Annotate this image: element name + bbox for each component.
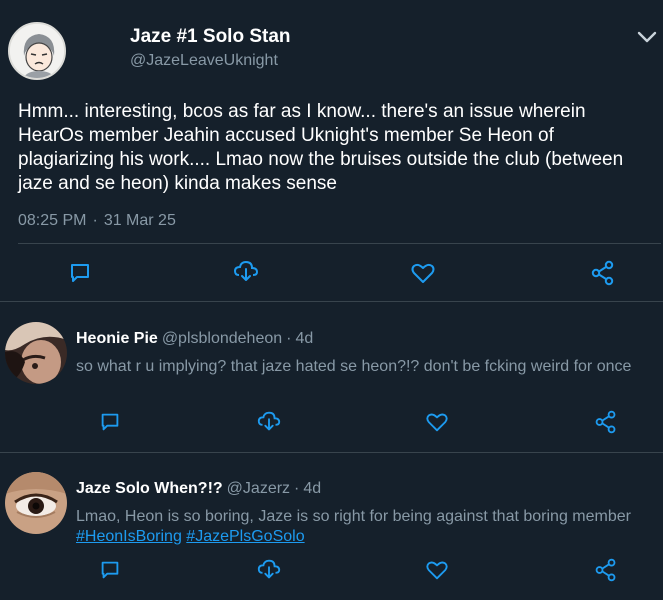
divider [0, 301, 663, 302]
tweet-actions [0, 258, 663, 288]
user-handle[interactable]: @Jazerz [227, 480, 290, 497]
display-name[interactable]: Heonie Pie [76, 330, 158, 347]
user-handle[interactable]: @JazeLeaveUknight [130, 52, 278, 70]
divider [0, 452, 663, 453]
reply-time[interactable]: 4d [295, 330, 313, 347]
like-icon[interactable] [425, 558, 449, 582]
reply-icon[interactable] [98, 410, 122, 434]
meta-separator: · [294, 480, 300, 497]
tweet-thread: Jaze #1 Solo Stan @JazeLeaveUknight Hmm.… [0, 0, 663, 600]
avatar[interactable] [5, 322, 67, 384]
like-icon[interactable] [425, 410, 449, 434]
share-icon[interactable] [590, 260, 616, 286]
tweet-text: Hmm... interesting, bcos as far as I kno… [18, 101, 624, 194]
share-icon[interactable] [594, 410, 618, 434]
reply-icon[interactable] [98, 558, 122, 582]
user-handle[interactable]: @plsblondeheon [162, 330, 282, 347]
avatar[interactable] [8, 22, 66, 80]
reply-text: Lmao, Heon is so boring, Jaze is so righ… [76, 508, 631, 525]
display-name[interactable]: Jaze Solo When?!? [76, 480, 223, 497]
tweet-date: 31 Mar 25 [103, 212, 176, 229]
reply-text: so what r u implying? that jaze hated se… [76, 358, 632, 375]
hashtag-link[interactable]: #JazePlsGoSolo [186, 528, 304, 545]
meta-separator: · [286, 330, 292, 347]
reply-text-block: Lmao, Heon is so boring, Jaze is so righ… [76, 507, 656, 547]
divider [18, 243, 661, 244]
like-icon[interactable] [410, 260, 436, 286]
reply-icon[interactable] [67, 260, 93, 286]
meta-separator: · [92, 212, 98, 229]
retweet-icon[interactable] [256, 409, 282, 435]
reply-actions [0, 409, 663, 435]
reply-time[interactable]: 4d [303, 480, 321, 497]
reply-actions [0, 557, 663, 583]
share-icon[interactable] [594, 558, 618, 582]
tweet-time: 08:25 PM [18, 212, 87, 229]
reply-header: Heonie Pie @plsblondeheon · 4d [76, 330, 313, 348]
display-name[interactable]: Jaze #1 Solo Stan [130, 26, 291, 48]
chevron-down-icon[interactable] [636, 28, 658, 46]
hashtag-link[interactable]: #HeonIsBoring [76, 528, 182, 545]
reply-header: Jaze Solo When?!? @Jazerz · 4d [76, 480, 321, 498]
retweet-icon[interactable] [256, 557, 282, 583]
retweet-icon[interactable] [232, 258, 260, 286]
avatar[interactable] [5, 472, 67, 534]
tweet-timestamp[interactable]: 08:25 PM · 31 Mar 25 [18, 212, 176, 230]
